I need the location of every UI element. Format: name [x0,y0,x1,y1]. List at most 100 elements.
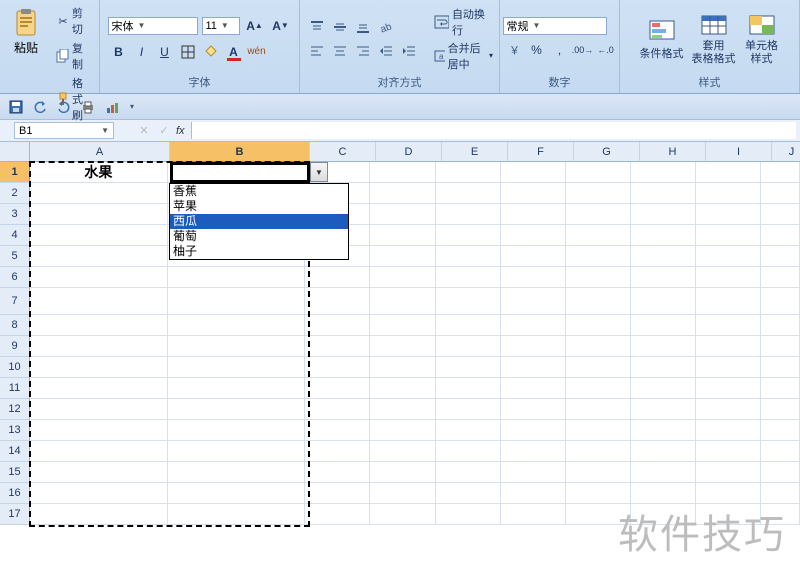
cell[interactable] [370,357,435,378]
data-validation-dropdown-button[interactable]: ▼ [310,162,328,182]
row-header-8[interactable]: 8 [0,315,30,336]
cell[interactable] [370,420,435,441]
cell[interactable] [566,378,631,399]
cell[interactable] [631,288,696,315]
cell[interactable] [761,267,800,288]
row-header-16[interactable]: 16 [0,483,30,504]
cell[interactable] [566,162,631,183]
cell[interactable] [30,315,168,336]
cell[interactable] [305,504,370,525]
cell[interactable] [436,183,501,204]
cell[interactable] [761,462,800,483]
cell[interactable] [696,336,761,357]
formula-input[interactable] [191,122,796,139]
cell[interactable] [566,267,631,288]
cell[interactable] [696,357,761,378]
cell[interactable] [696,288,761,315]
cell[interactable] [501,246,566,267]
col-header-J[interactable]: J [772,142,800,162]
qat-save-button[interactable] [6,97,26,117]
cell[interactable] [370,246,435,267]
dropdown-item[interactable]: 柚子 [170,244,348,259]
format-as-table-button[interactable]: 套用 表格格式 [690,4,738,73]
cell[interactable]: 水果 [30,162,168,183]
cancel-formula-button[interactable]: ✕ [134,124,154,137]
cell[interactable] [501,462,566,483]
cell[interactable] [305,315,370,336]
dropdown-item[interactable]: 香蕉 [170,184,348,199]
row-header-14[interactable]: 14 [0,441,30,462]
cell[interactable] [370,183,435,204]
cell[interactable] [761,483,800,504]
cell[interactable] [696,225,761,246]
cell[interactable] [30,204,168,225]
row-header-6[interactable]: 6 [0,267,30,288]
align-center-button[interactable] [329,40,351,62]
cell[interactable] [631,336,696,357]
cell[interactable] [436,504,501,525]
increase-indent-button[interactable] [398,40,420,62]
cell[interactable] [168,504,306,525]
cell[interactable] [30,420,168,441]
cell[interactable] [501,288,566,315]
cell[interactable] [436,204,501,225]
cell[interactable] [696,378,761,399]
cell[interactable] [30,441,168,462]
row-header-13[interactable]: 13 [0,420,30,441]
conditional-format-button[interactable]: 条件格式 [638,4,686,73]
cell[interactable] [168,288,306,315]
cell[interactable] [370,336,435,357]
cell[interactable] [631,204,696,225]
cell[interactable] [761,441,800,462]
cell[interactable] [566,246,631,267]
align-top-button[interactable] [306,16,328,38]
cell[interactable] [761,162,800,183]
decrease-indent-button[interactable] [375,40,397,62]
cell[interactable] [631,420,696,441]
shrink-font-button[interactable]: A▼ [270,15,292,37]
cells-area[interactable]: ▼ 香蕉苹果西瓜葡萄柚子 水果 [30,162,800,574]
worksheet-grid[interactable]: ABCDEFGHIJ 1234567891011121314151617 ▼ 香… [0,142,800,574]
cell[interactable] [566,288,631,315]
cell[interactable] [501,441,566,462]
cell[interactable] [436,357,501,378]
cell[interactable] [566,504,631,525]
cell[interactable] [30,378,168,399]
row-header-10[interactable]: 10 [0,357,30,378]
col-header-D[interactable]: D [376,142,442,162]
cell[interactable] [566,420,631,441]
cell[interactable] [305,378,370,399]
cell[interactable] [566,399,631,420]
font-name-combo[interactable]: 宋体▼ [108,17,198,35]
cell[interactable] [30,399,168,420]
cell[interactable] [168,336,306,357]
cell[interactable] [696,483,761,504]
cell[interactable] [168,420,306,441]
bold-button[interactable]: B [108,41,130,63]
cell[interactable] [761,357,800,378]
data-validation-list[interactable]: 香蕉苹果西瓜葡萄柚子 [169,183,349,260]
align-bottom-button[interactable] [352,16,374,38]
cell[interactable] [30,225,168,246]
cell[interactable] [370,315,435,336]
cell[interactable] [761,504,800,525]
cell[interactable] [168,441,306,462]
cell[interactable] [168,399,306,420]
cell[interactable] [436,420,501,441]
cell[interactable] [501,504,566,525]
cell[interactable] [761,225,800,246]
cell[interactable] [436,288,501,315]
cell[interactable] [566,483,631,504]
cell[interactable] [631,378,696,399]
comma-button[interactable]: , [549,39,571,61]
cell[interactable] [566,204,631,225]
cell[interactable] [631,162,696,183]
cell[interactable] [501,315,566,336]
accounting-format-button[interactable]: ￥ [503,39,525,61]
cell[interactable] [696,162,761,183]
cell[interactable] [436,315,501,336]
cell[interactable] [631,225,696,246]
cell[interactable] [501,267,566,288]
cell[interactable] [370,204,435,225]
cell[interactable] [631,441,696,462]
